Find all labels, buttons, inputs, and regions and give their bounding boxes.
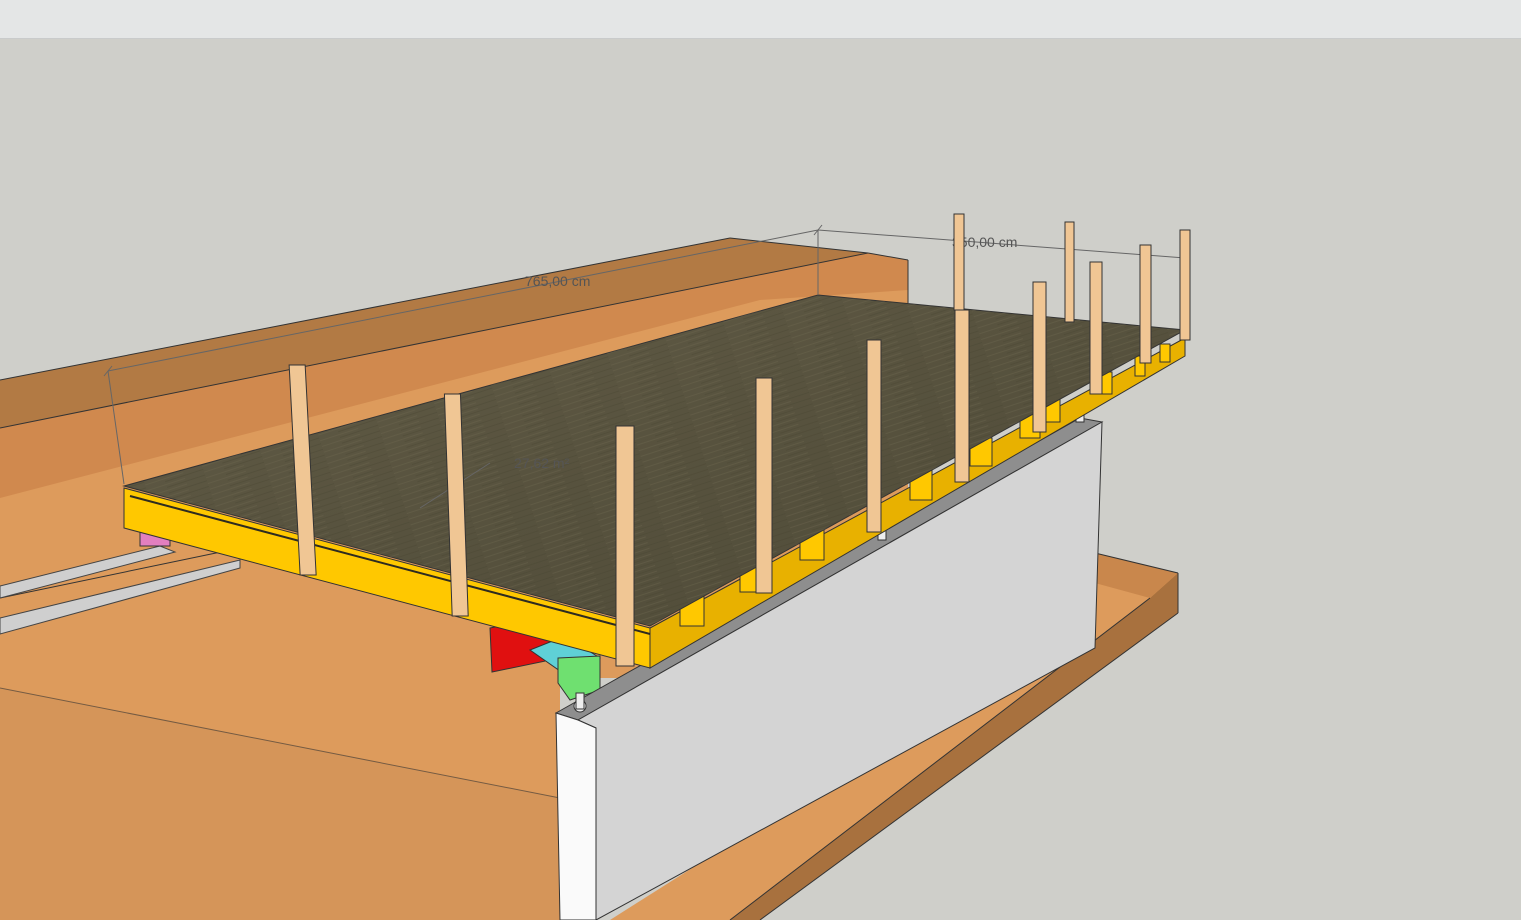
toolbar <box>0 0 1521 39</box>
post <box>615 425 635 667</box>
post <box>954 309 970 483</box>
post <box>1179 229 1191 341</box>
post <box>953 213 965 311</box>
post <box>866 339 882 533</box>
post <box>1139 244 1152 364</box>
scene-svg[interactable]: 765,00 cm 350,00 cm 27,62 m² <box>0 38 1521 920</box>
post <box>1064 221 1075 323</box>
post <box>755 377 773 594</box>
model-viewport[interactable]: 765,00 cm 350,00 cm 27,62 m² <box>0 38 1521 920</box>
length-dimension-label: 765,00 cm <box>525 273 590 289</box>
post <box>1089 261 1103 395</box>
area-label: 27,62 m² <box>514 455 570 471</box>
post <box>1032 281 1047 433</box>
